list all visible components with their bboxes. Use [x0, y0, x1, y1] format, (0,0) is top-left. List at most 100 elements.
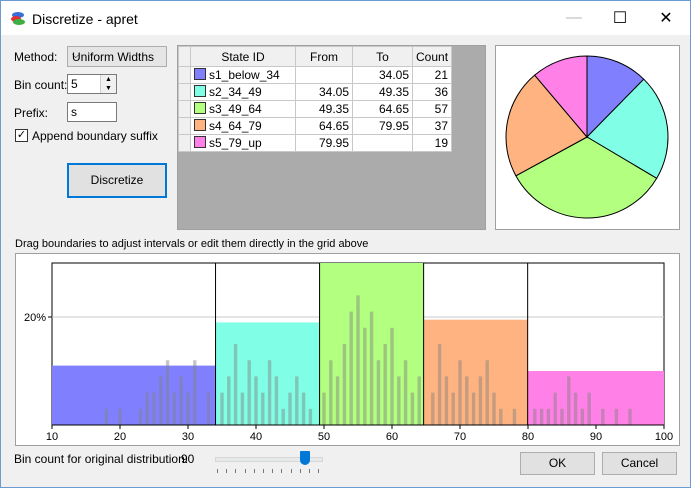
distribution-bar [471, 392, 476, 425]
cell-state-id[interactable]: s4_64_79 [190, 117, 296, 135]
distribution-bar [220, 392, 224, 425]
col-from[interactable]: From [295, 46, 353, 67]
slider-value: 90 [181, 452, 195, 466]
distribution-bar [458, 360, 462, 425]
slider-tick [253, 469, 255, 473]
distribution-bar [227, 376, 231, 425]
cell-to[interactable]: 64.65 [352, 100, 413, 118]
cell-to[interactable] [352, 134, 413, 152]
distribution-bar [254, 376, 258, 425]
append-suffix-checkbox[interactable]: ✓ [15, 129, 28, 142]
grid-row[interactable]: s3_49_64 49.35 64.65 57 [178, 100, 453, 118]
distribution-bar [492, 392, 496, 425]
slider-label: Bin count for original distribution: [14, 452, 189, 466]
distribution-bar [295, 376, 299, 425]
row-header[interactable] [178, 66, 191, 84]
prefix-label: Prefix: [14, 106, 49, 120]
row-header[interactable] [178, 134, 191, 152]
maximize-button[interactable]: ☐ [597, 1, 643, 35]
distribution-bar [437, 344, 442, 425]
minimize-button[interactable]: — [551, 1, 597, 35]
prefix-value: s [71, 105, 77, 119]
distribution-bar [376, 360, 381, 425]
distribution-bar [308, 408, 313, 425]
cell-from[interactable]: 34.05 [295, 83, 353, 101]
intervals-table: State ID From To Count s1_below_34 34.05 2… [178, 46, 453, 152]
bin-count-spinner[interactable]: 5 ▲ ▼ [67, 74, 117, 94]
distribution-bar [356, 295, 360, 425]
prefix-input[interactable]: s [67, 102, 117, 122]
method-label: Method: [14, 50, 58, 64]
cell-state-id[interactable]: s3_49_64 [190, 100, 296, 118]
distribution-bar [172, 392, 177, 425]
slider-tick [309, 469, 310, 473]
distribution-bar [322, 392, 326, 425]
distribution-bar [104, 408, 109, 425]
cell-count: 21 [411, 66, 453, 84]
close-button[interactable]: ✕ [643, 1, 689, 35]
distribution-bar [267, 360, 272, 425]
distribution-bar [152, 392, 156, 425]
distribution-bar [288, 392, 292, 425]
distribution-bar [573, 392, 578, 425]
grid-corner [178, 46, 191, 67]
slider-tick [263, 469, 264, 473]
spin-down-icon[interactable]: ▼ [101, 84, 116, 93]
distribution-bar [587, 392, 591, 425]
color-swatch [194, 136, 206, 148]
cell-state-id[interactable]: s1_below_34 [190, 66, 296, 84]
cell-from[interactable]: 79.95 [295, 134, 353, 152]
distribution-bar [614, 408, 619, 425]
cancel-button[interactable]: Cancel [602, 452, 677, 475]
cell-from[interactable]: 49.35 [295, 100, 353, 118]
row-header[interactable] [178, 117, 191, 135]
window-title: Discretize - apret [32, 11, 138, 27]
cell-to[interactable]: 49.35 [352, 83, 413, 101]
distribution-bar [553, 392, 557, 425]
x-tick-label: 20 [114, 431, 126, 443]
distribution-bar [567, 376, 571, 425]
method-dropdown[interactable]: Uniform Widths ⌵ [67, 46, 167, 67]
grid-row[interactable]: s4_64_79 64.65 79.95 37 [178, 117, 453, 135]
ok-button[interactable]: OK [520, 452, 595, 475]
col-to[interactable]: To [352, 46, 413, 67]
grid-row[interactable]: s2_34_49 34.05 49.35 36 [178, 83, 453, 101]
row-header[interactable] [178, 100, 191, 118]
distribution-bar [478, 376, 483, 425]
distribution-bar [349, 311, 353, 425]
cell-state-id[interactable]: s5_79_up [190, 134, 296, 152]
discretize-button[interactable]: Discretize [67, 163, 167, 198]
cell-from[interactable]: 64.65 [295, 117, 353, 135]
distribution-bar [383, 344, 387, 425]
cell-count: 36 [411, 83, 453, 101]
distribution-bar [342, 344, 347, 425]
discretize-window: Discretize - apret — ☐ ✕ Method: Uniform… [0, 0, 691, 488]
histogram-panel: 20% 10 20 30 40 50 60 70 80 90 100 [15, 253, 680, 446]
pie-chart [505, 55, 669, 219]
cell-state-id[interactable]: s2_34_49 [190, 83, 296, 101]
histogram-chart[interactable]: 20% 10 20 30 40 50 60 70 80 90 100 [16, 254, 679, 445]
col-count[interactable]: Count [411, 46, 453, 67]
col-state-id[interactable]: State ID [190, 46, 296, 67]
x-tick-label: 30 [182, 431, 194, 443]
bin-count-value: 5 [71, 77, 78, 91]
distribution-bar [580, 408, 585, 425]
distribution-bar [512, 408, 517, 425]
hint-text: Drag boundaries to adjust intervals or e… [15, 238, 369, 250]
grid-row[interactable]: s1_below_34 34.05 21 [178, 66, 453, 84]
x-tick-label: 70 [454, 431, 466, 443]
cell-to[interactable]: 79.95 [352, 117, 413, 135]
row-header[interactable] [178, 83, 191, 101]
interval-bar [52, 365, 216, 425]
distribution-bar [301, 392, 306, 425]
cell-from[interactable] [295, 66, 353, 84]
slider-tick [281, 469, 283, 473]
x-tick-label: 60 [386, 431, 398, 443]
distribution-bar [485, 360, 489, 425]
slider-thumb[interactable] [300, 451, 311, 465]
append-suffix-label: Append boundary suffix [32, 129, 158, 143]
distribution-bar [247, 360, 251, 425]
distribution-bar [240, 392, 245, 425]
grid-row[interactable]: s5_79_up 79.95 19 [178, 134, 453, 152]
cell-to[interactable]: 34.05 [352, 66, 413, 84]
